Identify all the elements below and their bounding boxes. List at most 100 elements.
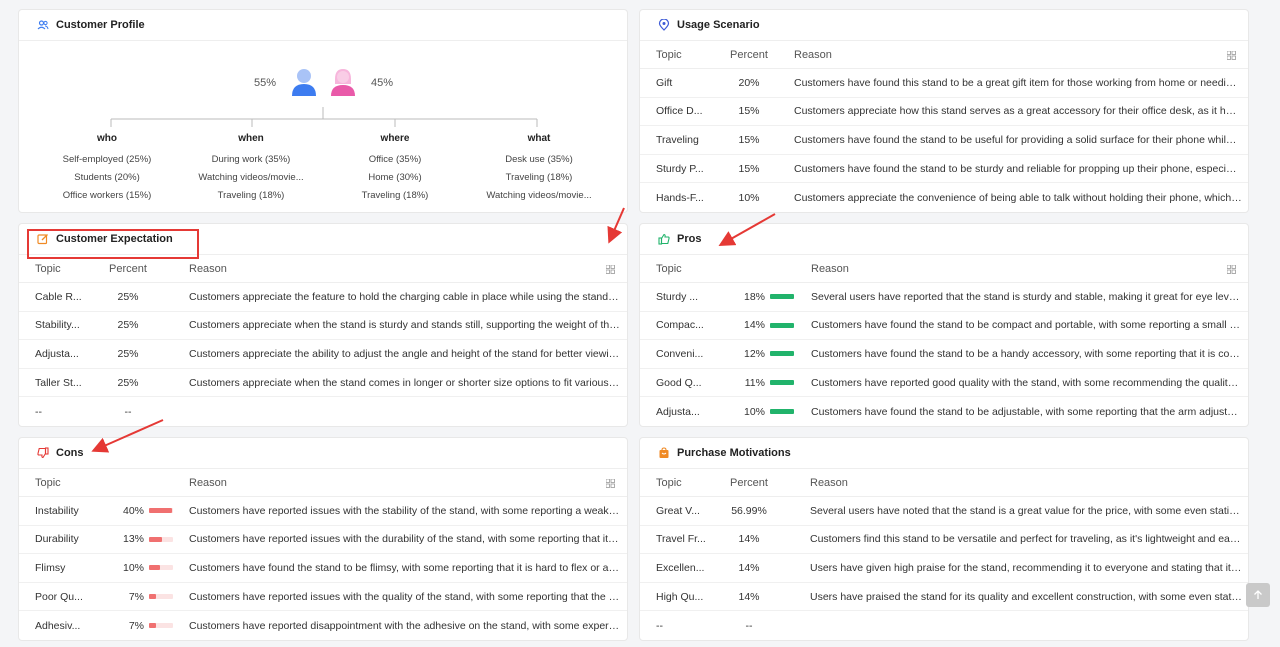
cons-bar-fill (149, 565, 160, 571)
usage-scenario-card: Usage Scenario Topic Percent Reason Gift… (639, 9, 1249, 213)
table-row: Stability... 25% Customers appreciate when… (19, 312, 627, 341)
usage-table-header: Topic Percent Reason (640, 41, 1248, 69)
row-topic: Excellen... (656, 561, 705, 574)
profile-column-head: what (527, 133, 551, 144)
profile-item: Students (20%) (74, 172, 140, 183)
table-row: Compac... 14% Customers have found the sta… (640, 312, 1248, 341)
profile-column-who: who Self-employed (25%) Students (20%) O… (32, 133, 182, 205)
row-percent: 12% (743, 347, 765, 360)
pros-rows: Sturdy ... 18% Several users have reported… (640, 283, 1248, 426)
grid-view-icon[interactable] (605, 478, 615, 488)
pros-bar (770, 380, 794, 386)
column-topic: Topic (656, 262, 682, 275)
row-percent-cell: 7% (93, 620, 173, 632)
users-icon (37, 19, 49, 31)
row-percent: 25% (117, 290, 139, 303)
table-row: Durability 13% Customers have reported iss… (19, 526, 627, 555)
row-topic: -- (35, 405, 42, 418)
row-topic: Stability... (35, 319, 80, 332)
table-row: Sturdy P... 15% Customers have found the s… (640, 155, 1248, 184)
row-percent: 15% (738, 162, 760, 175)
profile-item: Desk use (35%) (505, 154, 573, 165)
row-percent: 15% (738, 133, 760, 146)
row-percent: 10% (738, 191, 760, 204)
shopping-bag-icon (658, 447, 670, 459)
row-topic: Travel Fr... (656, 533, 706, 546)
customer-profile-title: Customer Profile (56, 19, 145, 31)
cons-bar (149, 623, 173, 629)
profile-column-head: where (380, 133, 410, 144)
row-reason: Customers have found the stand to be adj… (811, 405, 1248, 418)
row-percent-cell: 10% (714, 406, 794, 418)
row-reason: Customers have reported issues with the … (189, 590, 627, 603)
scroll-to-top-button[interactable] (1246, 583, 1270, 607)
table-row: -- -- (19, 397, 627, 426)
row-reason: Customers appreciate how this stand serv… (794, 105, 1248, 118)
profile-column-head: who (97, 133, 117, 144)
column-topic: Topic (35, 476, 61, 489)
thumbs-down-icon (37, 447, 49, 459)
grid-view-icon[interactable] (1226, 50, 1236, 60)
table-row: Travel Fr... 14% Customers find this stand… (640, 526, 1248, 555)
column-reason: Reason (189, 476, 227, 489)
row-percent: 25% (117, 347, 139, 360)
expectation-rows: Cable R... 25% Customers appreciate the fe… (19, 283, 627, 426)
table-row: Instability 40% Customers have reported is… (19, 497, 627, 526)
cons-header: Cons (19, 438, 627, 469)
row-topic: Compac... (656, 319, 704, 332)
table-row: Sturdy ... 18% Several users have reported… (640, 283, 1248, 312)
row-percent: 10% (743, 405, 765, 418)
row-reason: Customers have found the stand to be fli… (189, 561, 627, 574)
column-percent: Percent (730, 48, 768, 61)
cons-bar (149, 508, 173, 514)
cons-bar-fill (149, 623, 157, 629)
row-percent-cell: 18% (714, 291, 794, 303)
table-row: Traveling 15% Customers have found the sta… (640, 126, 1248, 155)
row-percent: 7% (128, 619, 144, 632)
profile-item: Office (35%) (368, 154, 422, 165)
table-row: Great V... 56.99% Several users have noted… (640, 497, 1248, 526)
cons-rows: Instability 40% Customers have reported is… (19, 497, 627, 640)
row-reason: Users have praised the stand for its qua… (810, 590, 1248, 603)
highlight-box (27, 229, 199, 259)
row-percent: 56.99% (731, 504, 767, 517)
row-percent-cell: 11% (714, 377, 794, 389)
row-reason: Customers appreciate the convenience of … (794, 191, 1248, 204)
column-reason: Reason (810, 476, 848, 489)
cons-title: Cons (56, 447, 84, 459)
row-topic: Great V... (656, 504, 700, 517)
purchase-motivations-card: Purchase Motivations Topic Percent Reaso… (639, 437, 1249, 641)
column-reason: Reason (794, 48, 832, 61)
pros-card: Pros Topic Reason Sturdy ... 18% Several u… (639, 223, 1249, 427)
row-reason: Several users have noted that the stand … (810, 504, 1248, 517)
row-topic: Cable R... (35, 290, 82, 303)
row-percent: -- (745, 619, 753, 632)
profile-column-when: when During work (35%) Watching videos/m… (176, 133, 326, 205)
row-reason: Customers have reported issues with the … (189, 533, 627, 546)
row-reason: Users have given high praise for the sta… (810, 561, 1248, 574)
row-reason: Customers have reported disappointment w… (189, 619, 627, 632)
row-topic: Poor Qu... (35, 590, 83, 603)
row-reason: Customers have found the stand to be stu… (794, 162, 1248, 175)
table-row: Adjusta... 10% Customers have found the st… (640, 397, 1248, 426)
grid-view-icon[interactable] (605, 264, 615, 274)
row-percent: 40% (122, 504, 144, 517)
row-reason: Customers appreciate when the stand come… (189, 376, 627, 389)
row-percent: 14% (738, 533, 760, 546)
row-percent-cell: 13% (93, 533, 173, 545)
row-percent: 20% (738, 76, 760, 89)
profile-column-where: where Office (35%) Home (30%) Traveling … (320, 133, 470, 205)
usage-rows: Gift 20% Customers have found this stand t… (640, 69, 1248, 212)
table-row: Conveni... 12% Customers have found the st… (640, 340, 1248, 369)
grid-view-icon[interactable] (1226, 264, 1236, 274)
usage-scenario-header: Usage Scenario (640, 10, 1248, 41)
purchase-motivations-title: Purchase Motivations (677, 447, 791, 459)
pros-bar (770, 322, 794, 328)
row-percent: 14% (738, 590, 760, 603)
row-percent: 15% (738, 105, 760, 118)
cons-bar-fill (149, 508, 172, 514)
row-topic: -- (656, 619, 663, 632)
profile-item: Watching videos/movie... (198, 172, 304, 183)
row-topic: Instability (35, 504, 79, 517)
row-percent-cell: 10% (93, 562, 173, 574)
